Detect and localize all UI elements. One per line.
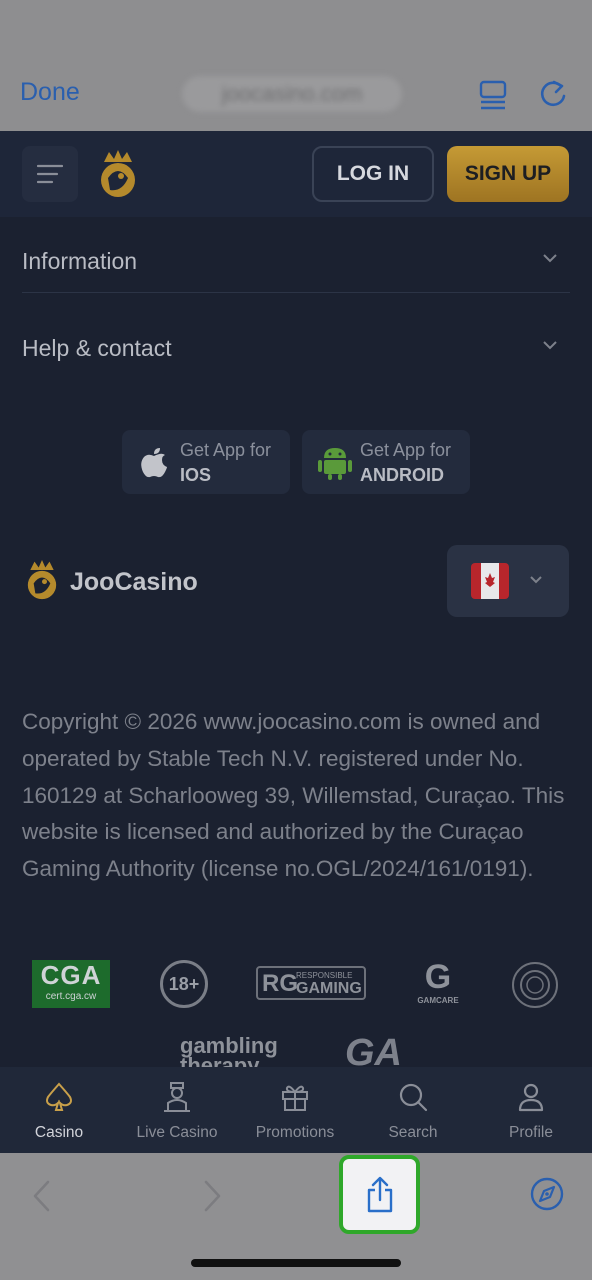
done-button[interactable]: Done [20, 78, 80, 107]
responsible-gaming-badge[interactable]: RG RESPONSIBLE GAMING [256, 966, 366, 1000]
forward-icon[interactable] [202, 1179, 224, 1213]
dealer-icon [164, 1082, 190, 1112]
nav-label: Profile [509, 1124, 553, 1141]
android-icon [318, 448, 352, 480]
menu-button[interactable] [22, 146, 78, 202]
seal-icon [520, 970, 550, 1000]
cga-label: CGA [40, 960, 102, 990]
accordion-help-contact[interactable]: Help & contact [22, 315, 570, 401]
copyright-text: Copyright © 2026 www.joocasino.com is ow… [22, 709, 565, 882]
gamcare-logo: G [424, 958, 452, 996]
logo-icon[interactable] [94, 148, 142, 200]
rg-big: GAMING [296, 980, 362, 997]
spade-icon [46, 1082, 72, 1111]
share-button[interactable] [339, 1155, 420, 1234]
cga-badge[interactable]: CGA cert.cga.cw [32, 960, 110, 1008]
hamburger-icon [37, 164, 63, 184]
accordion-information[interactable]: Information [22, 228, 570, 314]
compass-icon[interactable] [529, 1176, 565, 1212]
chevron-down-icon [543, 254, 557, 263]
logo-icon [27, 560, 57, 600]
share-icon [367, 1176, 393, 1213]
browser-top-bar: Done joocasino.com [0, 0, 592, 131]
bottom-nav: Casino Live Casino Promotions Search Pro… [0, 1067, 592, 1153]
android-app-line1: Get App for [360, 440, 452, 460]
language-selector[interactable] [447, 545, 569, 617]
reload-icon[interactable] [537, 78, 569, 110]
nav-search[interactable]: Search [354, 1067, 472, 1153]
rg-small: RESPONSIBLE [296, 971, 353, 980]
nav-label: Search [388, 1124, 438, 1141]
chevron-down-icon [530, 576, 542, 584]
accordion-label: Help & contact [22, 335, 172, 361]
gamcare-label: GAMCARE [417, 996, 459, 1005]
reader-mode-icon[interactable] [478, 78, 508, 110]
gift-icon [282, 1085, 308, 1111]
accordion-label: Information [22, 248, 138, 274]
divider [22, 292, 570, 293]
nav-label: Casino [34, 1124, 84, 1141]
search-icon [399, 1083, 428, 1112]
canada-flag-icon [471, 563, 509, 599]
url-field[interactable]: joocasino.com [182, 76, 402, 112]
get-android-app-button[interactable]: Get App for ANDROID [302, 430, 470, 494]
chevron-down-icon [543, 341, 557, 350]
nav-live-casino[interactable]: Live Casino [118, 1067, 236, 1153]
brand-name: JooCasino [70, 568, 198, 596]
cga-url: cert.cga.cw [45, 991, 97, 1002]
home-indicator [191, 1259, 401, 1267]
gamcare-badge[interactable]: G GAMCARE [414, 958, 462, 1010]
nav-label: Live Casino [136, 1124, 218, 1141]
rg-logo: RG [262, 970, 298, 997]
nav-profile[interactable]: Profile [472, 1067, 590, 1153]
browser-bottom-toolbar [0, 1153, 592, 1280]
apple-icon [141, 448, 167, 478]
get-ios-app-button[interactable]: Get App for IOS [122, 430, 290, 494]
brand: JooCasino [22, 558, 198, 608]
gamstop-badge[interactable] [512, 962, 558, 1008]
android-app-line2: ANDROID [360, 465, 444, 485]
ios-app-line1: Get App for [180, 440, 272, 460]
nav-label: Promotions [255, 1124, 335, 1141]
ios-app-line2: IOS [180, 465, 212, 485]
age-18-badge: 18+ [160, 960, 208, 1008]
signup-button[interactable]: SIGN UP [447, 146, 569, 202]
nav-promotions[interactable]: Promotions [236, 1067, 354, 1153]
back-icon[interactable] [30, 1179, 52, 1213]
nav-casino[interactable]: Casino [0, 1067, 118, 1153]
login-button[interactable]: LOG IN [312, 146, 434, 202]
profile-icon [518, 1083, 544, 1112]
site-header: LOG IN SIGN UP [0, 131, 592, 217]
